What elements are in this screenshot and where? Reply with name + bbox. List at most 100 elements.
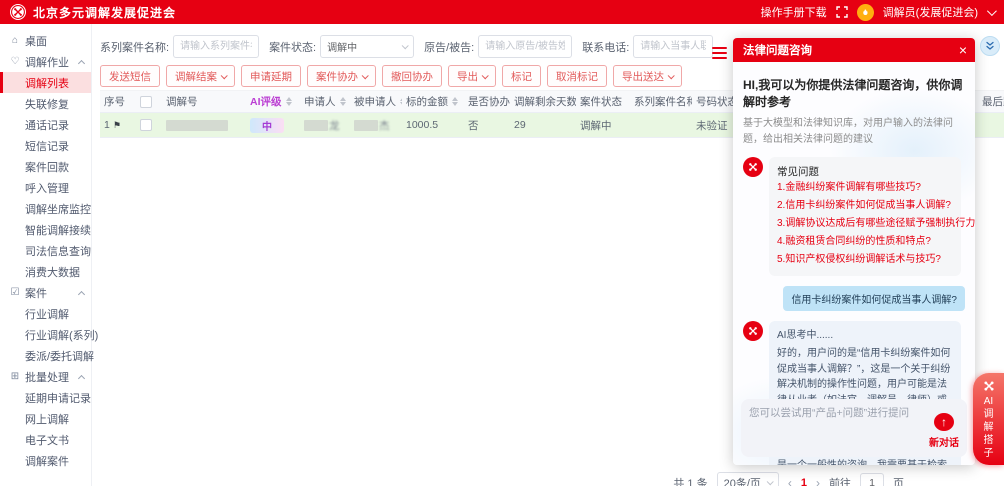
chevron-down-icon [362, 72, 369, 79]
sidebar-item-call-records[interactable]: 通话记录 [0, 114, 91, 135]
legal-consult-panel: 法律问题咨询 × HI,我可以为你提供法律问题咨询，供你调解时参考 基于大模型和… [733, 38, 975, 465]
user-avatar[interactable] [857, 4, 874, 21]
filter-bar: 系列案件名称: 案件状态: 调解中 原告/被告: 联系电话: [100, 35, 713, 58]
new-chat-button[interactable]: 新对话 [929, 434, 959, 449]
action-toolbar: 发送短信 调解结案 申请延期 案件协办 撤回协办 导出 标记 取消标记 导出送达 [100, 65, 682, 87]
sidebar-item-sms-records[interactable]: 短信记录 [0, 135, 91, 156]
sidebar-item-judicial-info-query[interactable]: 司法信息查询 [0, 240, 91, 261]
chat-input-card: ↑ 新对话 [741, 399, 967, 457]
menu-toggle-icon[interactable] [712, 47, 727, 59]
chat-panel-title: 法律问题咨询 [743, 42, 812, 58]
sort-icon[interactable] [286, 97, 292, 106]
next-page-button[interactable]: › [816, 476, 820, 486]
faq-title: 常见问题 [777, 164, 953, 179]
sidebar-item-industry-mediation-series[interactable]: 行业调解(系列) [0, 324, 91, 345]
sidebar-item-lost-contact-repair[interactable]: 失联修复 [0, 93, 91, 114]
chevron-up-icon [78, 375, 85, 382]
case-status-label: 案件状态: [269, 39, 316, 55]
chat-welcome-subtitle: 基于大模型和法律知识库，对用户输入的法律问题，给出相关法律问题的建议 [743, 116, 965, 147]
page-size-select[interactable]: 20条/页 [717, 472, 779, 486]
ai-buddy-label: AI调解搭子 [982, 395, 995, 460]
send-sms-button[interactable]: 发送短信 [100, 65, 160, 87]
send-button[interactable]: ↑ [934, 413, 954, 431]
apply-extension-button[interactable]: 申请延期 [241, 65, 301, 87]
user-menu[interactable]: 调解员(发展促进会) [883, 4, 978, 20]
sidebar-group-batch-processing[interactable]: ⊞ 批量处理 [0, 366, 91, 387]
association-logo-icon [10, 4, 26, 20]
sidebar-item-extension-records[interactable]: 延期申请记录 [0, 387, 91, 408]
chevron-down-icon [767, 478, 774, 485]
sort-icon[interactable] [340, 97, 346, 106]
sidebar-item-inbound-management[interactable]: 呼入管理 [0, 177, 91, 198]
faq-link-5[interactable]: 5.知识产权侵权纠纷调解话术与技巧? [777, 251, 953, 269]
col-respondent[interactable]: 被申请人 [350, 94, 402, 109]
goto-page-input[interactable] [860, 473, 884, 486]
goto-label: 前往 [829, 475, 851, 486]
ai-mediation-buddy-tab[interactable]: AI调解搭子 [973, 373, 1004, 465]
fullscreen-icon[interactable] [836, 6, 848, 18]
col-applicant[interactable]: 申请人 [300, 94, 350, 109]
faq-link-1[interactable]: 1.金融纠纷案件调解有哪些技巧? [777, 179, 953, 197]
sidebar-item-mediation-list[interactable]: 调解列表 [0, 72, 91, 93]
sidebar-item-consumer-bigdata[interactable]: 消费大数据 [0, 261, 91, 282]
faq-link-2[interactable]: 2.信用卡纠纷案件如何促成当事人调解? [777, 197, 953, 215]
chat-body: HI,我可以为你提供法律问题咨询，供你调解时参考 基于大模型和法律知识库，对用户… [733, 62, 975, 465]
checkbox-square-icon: ☑ [9, 287, 21, 298]
col-select [136, 96, 162, 108]
manual-download-link[interactable]: 操作手册下载 [761, 4, 827, 20]
redacted-applicant [304, 120, 328, 131]
col-ai-rating[interactable]: AI评级 [246, 94, 300, 109]
sidebar-item-online-mediation[interactable]: 网上调解 [0, 408, 91, 429]
home-icon: ⌂ [9, 35, 21, 46]
sidebar-item-entrusted-mediation[interactable]: 委派/委托调解 [0, 345, 91, 366]
col-last-follow: 最后跟进时间 [978, 94, 1004, 109]
party-label: 原告/被告: [424, 39, 474, 55]
chevron-up-icon [78, 291, 85, 298]
chevron-down-icon [402, 42, 409, 49]
page-unit-label: 页 [893, 475, 904, 486]
sidebar-group-cases[interactable]: ☑ 案件 [0, 282, 91, 303]
close-mediation-button[interactable]: 调解结案 [166, 65, 235, 87]
chevron-up-icon [78, 60, 85, 67]
sort-icon[interactable] [452, 97, 458, 106]
app-root: 北京多元调解发展促进会 操作手册下载 调解员(发展促进会) ⌂ 桌面 ♡ 调解作… [0, 0, 1004, 486]
unmark-button[interactable]: 取消标记 [547, 65, 607, 87]
col-amount[interactable]: 标的金额 [402, 94, 464, 109]
chat-input[interactable] [749, 407, 929, 419]
export-delivery-button[interactable]: 导出送达 [613, 65, 682, 87]
col-series-name: 系列案件名称 [630, 94, 692, 109]
select-all-checkbox[interactable] [140, 96, 152, 108]
withdraw-assist-button[interactable]: 撤回协办 [382, 65, 442, 87]
prev-page-button[interactable]: ‹ [788, 476, 792, 486]
row-checkbox[interactable] [140, 119, 152, 131]
faq-link-3[interactable]: 3.调解协议达成后有哪些途径赋予强制执行力? [777, 215, 953, 233]
series-name-input[interactable] [173, 35, 259, 58]
sidebar-item-desktop[interactable]: ⌂ 桌面 [0, 30, 91, 51]
mark-button[interactable]: 标记 [502, 65, 541, 87]
double-chevron-down-icon [985, 41, 995, 51]
faq-link-4[interactable]: 4.融资租赁合同纠纷的性质和特点? [777, 233, 953, 251]
user-message: 信用卡纠纷案件如何促成当事人调解? [743, 286, 965, 311]
phone-label: 联系电话: [582, 39, 629, 55]
sidebar-group-mediation-work[interactable]: ♡ 调解作业 [0, 51, 91, 72]
sidebar-item-industry-mediation[interactable]: 行业调解 [0, 303, 91, 324]
pagination-bar: 共 1 条 20条/页 ‹ 1 › 前往 页 [673, 472, 904, 486]
amount-cell: 1000.5 [402, 119, 464, 131]
col-seq: 序号 [100, 94, 136, 109]
sidebar-item-seat-monitor[interactable]: 调解坐席监控 [0, 198, 91, 219]
sidebar-item-case-repayment[interactable]: 案件回款 [0, 156, 91, 177]
case-assist-button[interactable]: 案件协办 [307, 65, 376, 87]
export-button[interactable]: 导出 [448, 65, 496, 87]
party-input[interactable] [478, 35, 572, 58]
status-cell: 调解中 [576, 118, 630, 133]
collapse-panel-button[interactable] [980, 36, 1000, 56]
case-status-select[interactable]: 调解中 [320, 35, 414, 58]
phone-input[interactable] [633, 35, 713, 58]
redacted-mediation-no [166, 120, 228, 131]
close-icon[interactable]: × [959, 43, 967, 57]
chevron-down-icon [668, 72, 675, 79]
sidebar-item-smart-mediation[interactable]: 智能调解接续 [0, 219, 91, 240]
sidebar-item-electronic-documents[interactable]: 电子文书 [0, 429, 91, 450]
current-page[interactable]: 1 [801, 477, 807, 486]
sidebar-item-mediation-cases[interactable]: 调解案件 [0, 450, 91, 471]
